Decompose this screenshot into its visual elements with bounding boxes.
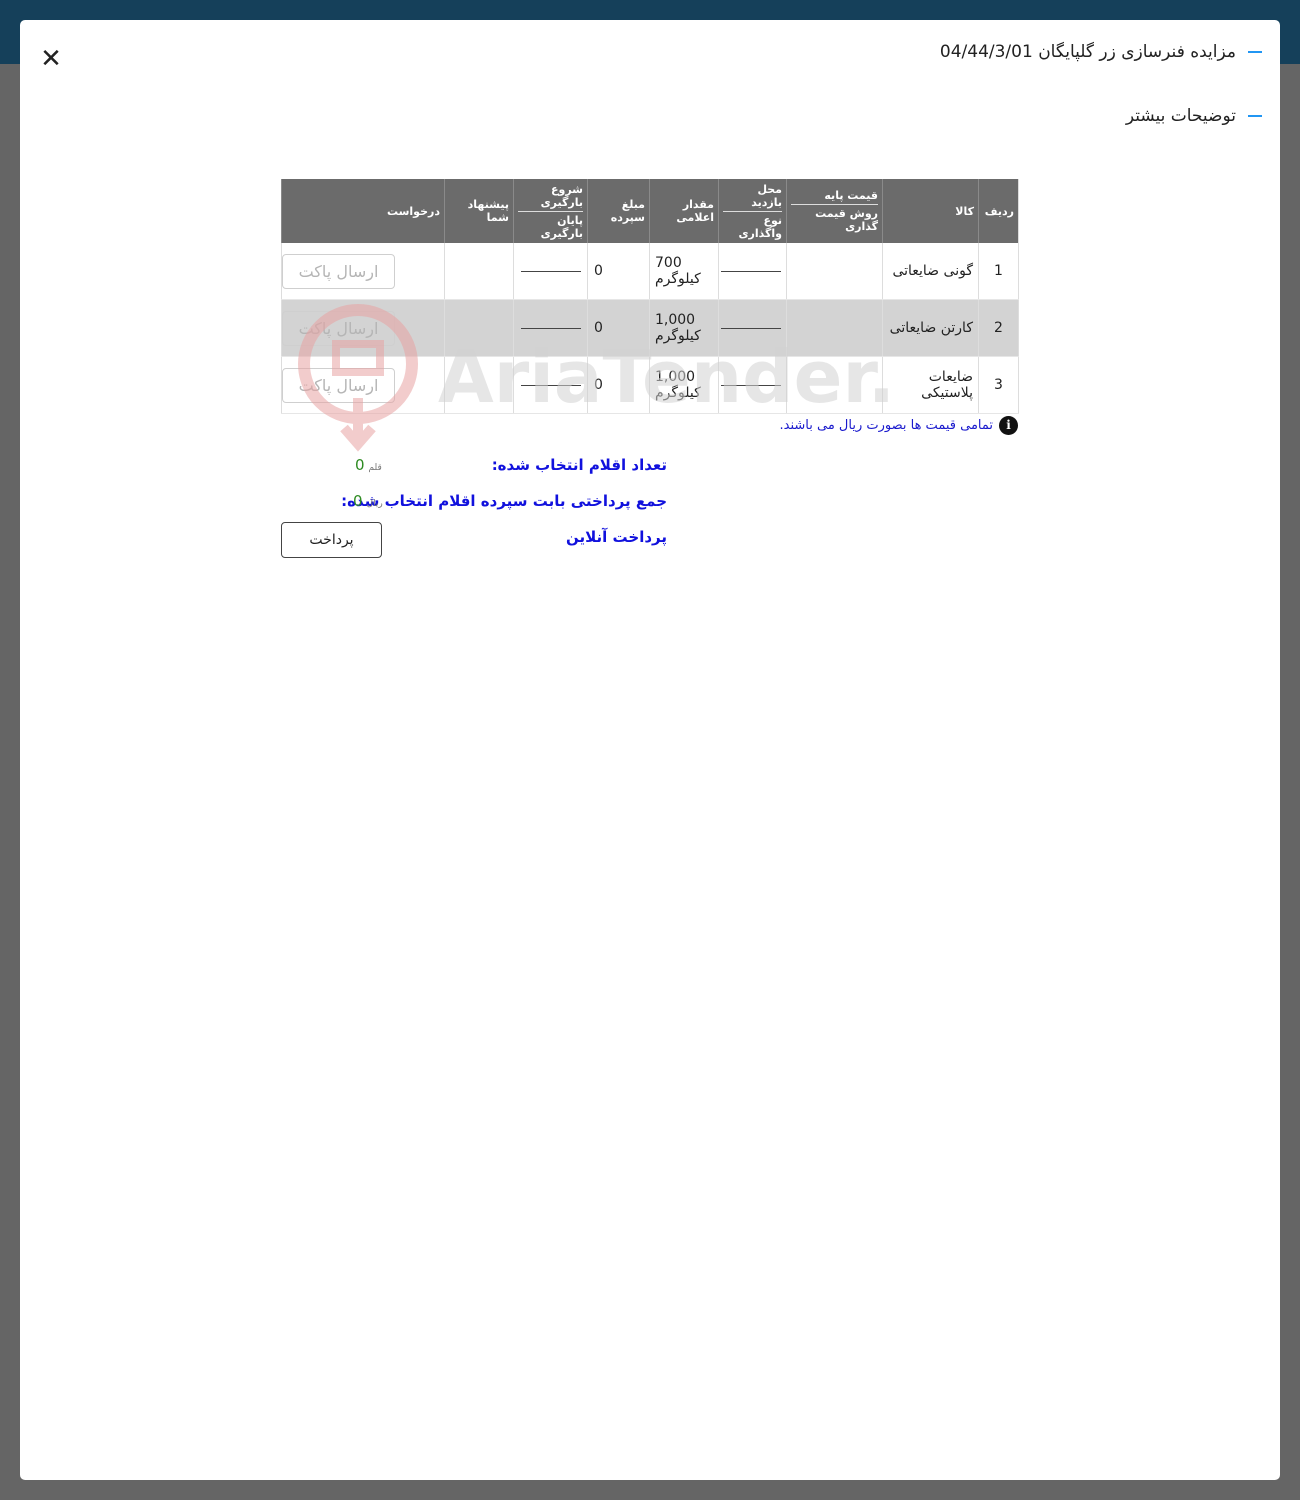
row-number: 2 bbox=[978, 299, 1019, 357]
section-title-text: توضیحات بیشتر bbox=[1125, 106, 1236, 126]
header-row-no: ردیف bbox=[978, 179, 1019, 243]
row-item: ضایعات پلاستیکی bbox=[882, 356, 979, 414]
empty-dash bbox=[520, 327, 581, 329]
qty-unit: کیلوگرم bbox=[655, 385, 701, 401]
header-your-offer: پیشنهاد شما bbox=[444, 179, 514, 243]
currency-note-text: تمامی قیمت ها بصورت ریال می باشند. bbox=[779, 418, 994, 433]
section-title[interactable]: توضیحات بیشتر bbox=[1126, 106, 1262, 126]
row-offer bbox=[444, 356, 514, 414]
empty-dash bbox=[721, 384, 781, 386]
row-request: ارسال پاکت bbox=[281, 243, 445, 300]
info-icon: i bbox=[999, 416, 1018, 435]
close-icon[interactable]: ✕ bbox=[38, 46, 64, 72]
pay-button[interactable]: پرداخت bbox=[281, 522, 382, 558]
header-visit-location: محل بازدید bbox=[723, 183, 782, 212]
header-deposit: مبلغ سپرده bbox=[587, 179, 650, 243]
row-number: 3 bbox=[978, 356, 1019, 414]
header-load-start: شروع بارگیری bbox=[518, 183, 583, 212]
row-base-price bbox=[786, 299, 883, 357]
header-announced-qty: مقدار اعلامی bbox=[649, 179, 719, 243]
send-envelope-button[interactable]: ارسال پاکت bbox=[282, 253, 395, 289]
header-pricing-method: روش قیمت گذاری bbox=[815, 207, 878, 233]
header-base-price: قیمت پایه bbox=[791, 189, 878, 205]
row-deposit: 0 bbox=[587, 356, 650, 414]
currency-note: i تمامی قیمت ها بصورت ریال می باشند. bbox=[779, 416, 1018, 435]
row-deposit: 0 bbox=[587, 243, 650, 300]
qty-unit: کیلوگرم bbox=[655, 271, 701, 287]
row-base-price bbox=[786, 243, 883, 300]
deposit-total-value: 0 bbox=[353, 492, 363, 510]
send-envelope-button[interactable]: ارسال پاکت bbox=[282, 367, 395, 403]
deposit-total-unit: ریال bbox=[366, 499, 383, 509]
table-row: 2 کارتن ضایعاتی 1,000 کیلوگرم 0 ارسال پا… bbox=[281, 299, 1019, 357]
row-loading bbox=[513, 299, 588, 357]
items-table: ردیف کالا قیمت پایه روش قیمت گذاری محل ب… bbox=[281, 179, 1019, 414]
header-load-end: پایان بارگیری bbox=[540, 213, 583, 240]
selected-count-value: 0 bbox=[355, 456, 365, 474]
selected-count: قلم 0 bbox=[355, 456, 382, 474]
empty-dash bbox=[721, 270, 781, 272]
row-loading bbox=[513, 243, 588, 300]
row-visit bbox=[718, 243, 787, 300]
row-request: ارسال پاکت bbox=[281, 356, 445, 414]
row-item: گونی ضایعاتی bbox=[882, 243, 979, 300]
row-offer bbox=[444, 243, 514, 300]
header-request: درخواست bbox=[281, 179, 445, 243]
row-deposit: 0 bbox=[587, 299, 650, 357]
table-row: 1 گونی ضایعاتی 700 کیلوگرم 0 ارسال پاکت bbox=[281, 243, 1019, 300]
empty-dash bbox=[520, 384, 581, 386]
selected-count-unit: قلم bbox=[368, 463, 382, 473]
header-item: کالا bbox=[882, 179, 979, 243]
row-offer bbox=[444, 299, 514, 357]
modal-title: مزایده فنرسازی زر گلپایگان 04/44/3/01 bbox=[940, 42, 1262, 62]
table-header-row: ردیف کالا قیمت پایه روش قیمت گذاری محل ب… bbox=[281, 179, 1019, 243]
header-loading: شروع بارگیری پایان بارگیری bbox=[513, 179, 588, 243]
row-qty: 700 کیلوگرم bbox=[649, 243, 719, 300]
modal-title-text: مزایده فنرسازی زر گلپایگان 04/44/3/01 bbox=[939, 42, 1236, 62]
modal-dialog: ✕ مزایده فنرسازی زر گلپایگان 04/44/3/01 … bbox=[20, 20, 1280, 1480]
row-number: 1 bbox=[978, 243, 1019, 300]
qty-value: 1,000 bbox=[655, 369, 696, 385]
row-visit bbox=[718, 299, 787, 357]
row-visit bbox=[718, 356, 787, 414]
qty-unit: کیلوگرم bbox=[655, 328, 701, 344]
empty-dash bbox=[721, 327, 781, 329]
row-base-price bbox=[786, 356, 883, 414]
deposit-total: ریال 0 bbox=[353, 492, 383, 510]
deposit-total-label: جمع پرداختی بابت سپرده اقلام انتخاب شده: bbox=[341, 492, 667, 510]
title-dash bbox=[1248, 51, 1262, 53]
table-row: 3 ضایعات پلاستیکی 1,000 کیلوگرم 0 ارسال … bbox=[281, 356, 1019, 414]
row-qty: 1,000 کیلوگرم bbox=[649, 299, 719, 357]
header-price: قیمت پایه روش قیمت گذاری bbox=[786, 179, 883, 243]
row-request: ارسال پاکت bbox=[281, 299, 445, 357]
section-dash bbox=[1248, 115, 1262, 117]
header-visit: محل بازدید نوع واگذاری bbox=[718, 179, 787, 243]
qty-value: 700 bbox=[655, 255, 682, 271]
qty-value: 1,000 bbox=[655, 312, 696, 328]
row-qty: 1,000 کیلوگرم bbox=[649, 356, 719, 414]
selected-count-label: تعداد اقلام انتخاب شده: bbox=[491, 456, 667, 474]
row-item: کارتن ضایعاتی bbox=[882, 299, 979, 357]
empty-dash bbox=[520, 270, 581, 272]
row-loading bbox=[513, 356, 588, 414]
online-payment-label: پرداخت آنلاین bbox=[565, 528, 667, 546]
send-envelope-button[interactable]: ارسال پاکت bbox=[282, 310, 395, 346]
header-assignment-type: نوع واگذاری bbox=[738, 213, 782, 240]
